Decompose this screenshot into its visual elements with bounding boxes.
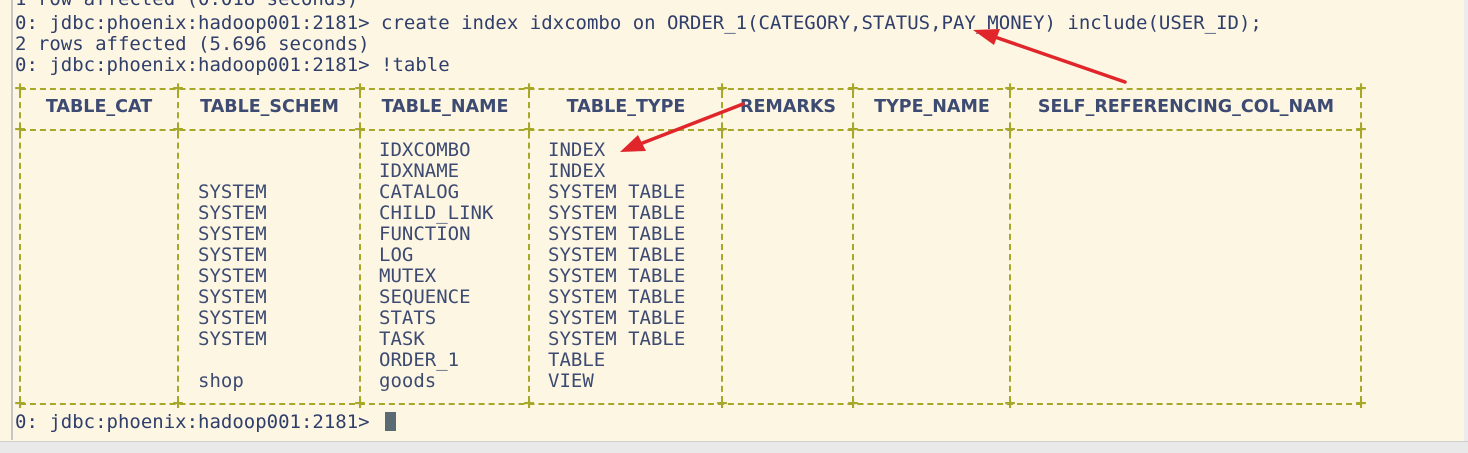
annotation-arrows: [620, 29, 1127, 152]
terminal-window[interactable]: 1 row affected (0.018 seconds) 0: jdbc:p…: [0, 0, 1468, 453]
window-bottom-edge: [0, 441, 1468, 453]
arrow-to-idxcombo-index: [620, 102, 745, 152]
arrow-to-create-index-columns: [973, 29, 1127, 84]
